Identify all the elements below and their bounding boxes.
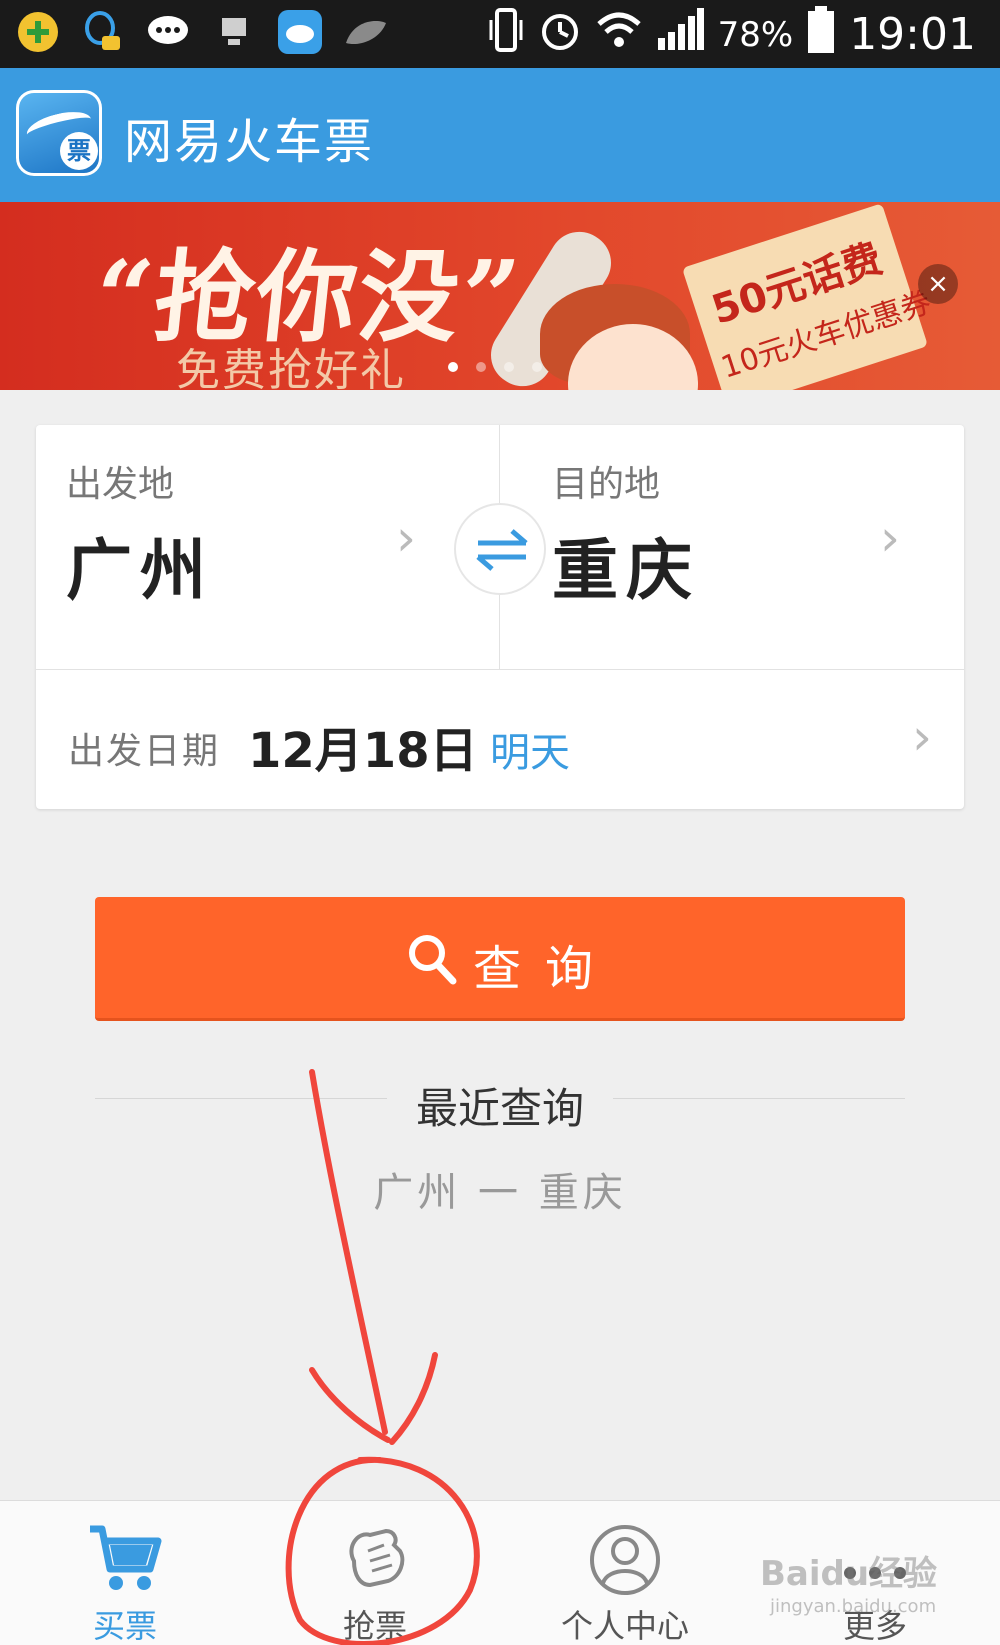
leaf-icon xyxy=(344,10,388,54)
banner-illustration xyxy=(479,220,700,390)
search-icon xyxy=(409,935,457,985)
app-logo: 票 xyxy=(16,90,102,176)
banner-subline: 免费抢好礼 xyxy=(176,345,406,390)
banner-close-button[interactable]: × xyxy=(918,264,958,304)
cart-icon xyxy=(90,1525,162,1590)
person-icon xyxy=(590,1525,660,1595)
nav-label: 抢票 xyxy=(342,1607,407,1645)
destination-label: 目的地 xyxy=(552,464,661,505)
alarm-icon xyxy=(538,8,582,61)
date-label: 出发日期 xyxy=(68,731,221,772)
wifi-icon xyxy=(596,10,642,59)
nav-tab-buy-ticket[interactable]: 买票 xyxy=(0,1501,250,1645)
system-indicators: 78% 19:01 xyxy=(488,6,976,63)
recent-search-item[interactable]: 广州 一 重庆 xyxy=(0,1160,1000,1218)
chevron-right-icon: › xyxy=(880,509,900,567)
swap-arrows-icon xyxy=(476,529,528,571)
recent-search-title: 最近查询 xyxy=(415,1084,584,1133)
vibrate-icon xyxy=(488,6,524,63)
chevron-right-icon: › xyxy=(912,708,932,766)
grab-hand-icon xyxy=(349,1528,405,1588)
departure-label: 出发地 xyxy=(66,464,175,505)
watermark: Baidu经验 xyxy=(760,1554,938,1594)
cloud-icon xyxy=(278,10,322,54)
swap-cities-button[interactable] xyxy=(454,503,546,595)
search-card: 出发地 广州 › 目的地 重庆 › 出发日期 12月18日 明天 › xyxy=(36,425,964,809)
query-button[interactable]: 查询 xyxy=(95,897,905,1021)
nav-label: 个人中心 xyxy=(560,1607,689,1645)
date-relative-day: 明天 xyxy=(490,730,570,776)
banner-dot xyxy=(504,362,514,372)
app-screen: 78% 19:01 票 网易火车票 “抢你没” 免费抢好礼 50元话费 10元火… xyxy=(0,0,1000,1645)
battery-icon xyxy=(807,6,835,63)
recent-search-route: 广州 一 重庆 xyxy=(373,1170,627,1216)
departure-city: 广州 xyxy=(66,532,214,609)
clock: 19:01 xyxy=(849,9,976,60)
banner-dot xyxy=(448,362,458,372)
qq-chat-icon xyxy=(80,10,124,54)
destination-city: 重庆 xyxy=(552,532,700,609)
destination-field[interactable]: 目的地 重庆 › xyxy=(500,425,964,669)
message-bubble-icon xyxy=(146,10,190,54)
banner-dot xyxy=(532,362,542,372)
departure-field[interactable]: 出发地 广州 › xyxy=(36,425,499,669)
app-bar: 票 网易火车票 xyxy=(0,68,1000,202)
watermark-url: jingyan.baidu.com xyxy=(770,1596,937,1617)
nav-tab-grab-ticket[interactable]: 抢票 xyxy=(250,1501,500,1645)
nav-tab-profile[interactable]: 个人中心 xyxy=(500,1501,750,1645)
status-bar: 78% 19:01 xyxy=(0,0,1000,68)
banner-dot xyxy=(476,362,486,372)
nav-label: 买票 xyxy=(92,1607,157,1645)
signal-icon xyxy=(656,8,704,61)
chevron-right-icon: › xyxy=(396,509,416,567)
date-field[interactable]: 出发日期 12月18日 明天 › xyxy=(36,670,964,809)
plus-shield-icon xyxy=(18,12,58,52)
promo-banner[interactable]: “抢你没” 免费抢好礼 50元话费 10元火车优惠券 × xyxy=(0,202,1000,390)
banner-page-indicator xyxy=(448,362,542,372)
computer-icon xyxy=(212,10,256,54)
notification-icons xyxy=(18,10,388,54)
date-value: 12月18日 xyxy=(248,723,478,779)
query-button-label: 查询 xyxy=(473,941,618,997)
app-title: 网易火车票 xyxy=(124,114,375,170)
battery-percent: 78% xyxy=(717,14,794,55)
